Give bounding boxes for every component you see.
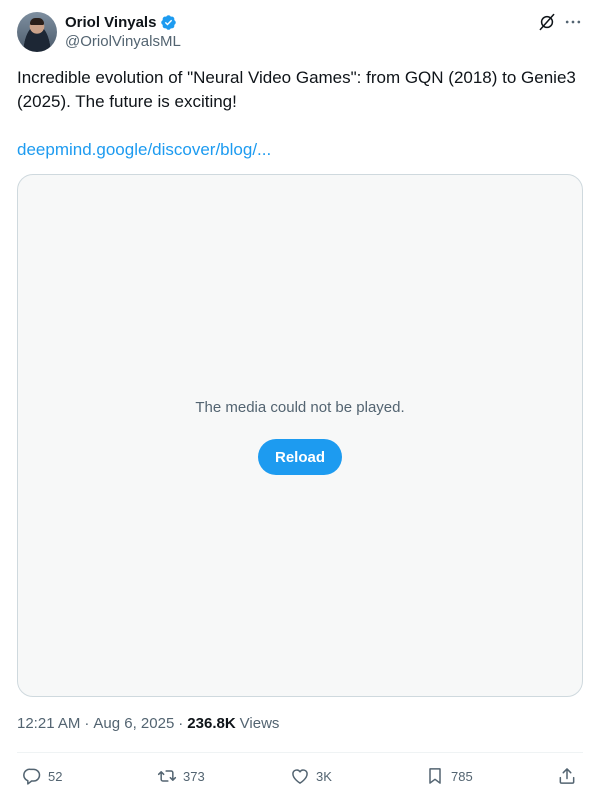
bookmark-count: 785 [451, 768, 473, 784]
grok-icon[interactable] [537, 12, 557, 32]
media-container[interactable]: The media could not be played. Reload [17, 174, 583, 697]
author-handle[interactable]: @OriolVinyalsML [65, 33, 181, 50]
verified-badge-icon[interactable] [160, 14, 177, 31]
bookmark-button[interactable]: 785 [425, 765, 473, 787]
like-icon [292, 769, 308, 784]
tweet-date[interactable]: Aug 6, 2025 [93, 715, 174, 732]
share-button[interactable] [557, 765, 577, 787]
media-error-message: The media could not be played. [195, 399, 405, 416]
views-label: Views [239, 715, 280, 732]
reply-count: 52 [48, 768, 63, 784]
like-button[interactable]: 3K [290, 765, 332, 787]
tweet-text: Incredible evolution of "Neural Video Ga… [17, 68, 576, 111]
meta-separator: · [178, 715, 184, 732]
divider [17, 752, 583, 753]
reload-button[interactable]: Reload [258, 439, 342, 475]
like-count: 3K [316, 768, 332, 784]
tweet-time[interactable]: 12:21 AM [17, 715, 80, 732]
bookmark-icon [429, 768, 441, 784]
author-display-name[interactable]: Oriol Vinyals [65, 14, 156, 31]
avatar[interactable] [17, 12, 57, 52]
meta-separator: · [84, 715, 90, 732]
author-name-row: Oriol Vinyals [65, 12, 177, 32]
retweet-icon [157, 770, 177, 782]
share-icon [559, 768, 575, 784]
tweet-link[interactable]: deepmind.google/discover/blog/... [17, 138, 271, 162]
retweet-count: 373 [183, 768, 205, 784]
reply-button[interactable]: 52 [22, 765, 62, 787]
retweet-button[interactable]: 373 [157, 765, 205, 787]
views-count: 236.8K [187, 715, 236, 732]
reply-icon [23, 768, 41, 785]
tweet-meta: 12:21 AM · Aug 6, 2025 · 236.8K Views [17, 715, 279, 732]
more-icon[interactable] [563, 12, 583, 32]
tweet-card: Oriol Vinyals @OriolVinyalsML Incredible… [0, 0, 599, 801]
